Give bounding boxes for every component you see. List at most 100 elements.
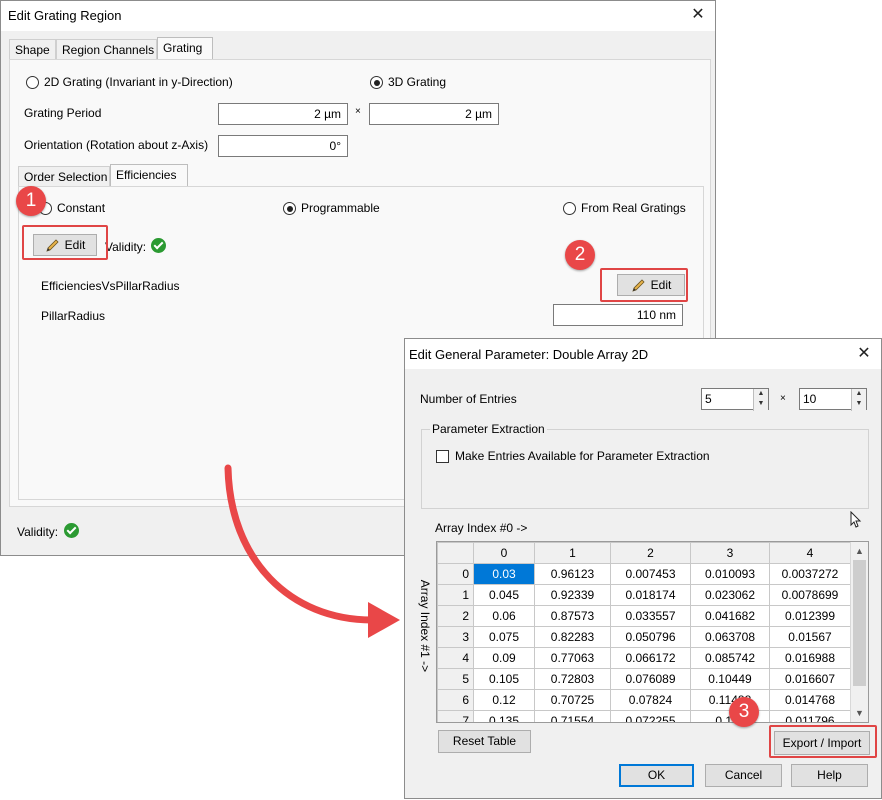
table-row[interactable]: 1 0.045 0.92339 0.018174 0.023062 0.0078699 <box>437 584 851 606</box>
tab-efficiencies[interactable]: Efficiencies <box>110 164 188 186</box>
table-cell[interactable]: 0.135 <box>473 710 535 722</box>
tab-grating[interactable]: Grating <box>157 37 213 59</box>
table-row[interactable]: 6 0.12 0.70725 0.07824 0.11488 0.014768 <box>437 689 851 711</box>
column-header: 4 <box>769 542 851 564</box>
table-cell[interactable]: 0.71554 <box>534 710 611 722</box>
table-cell[interactable]: 0.96123 <box>534 563 611 585</box>
table-cell[interactable]: 0.70725 <box>534 689 611 711</box>
scroll-up-icon[interactable]: ▲ <box>851 542 868 560</box>
row-header: 5 <box>437 668 474 690</box>
column-header: 3 <box>690 542 770 564</box>
entries-a-field[interactable]: 5 ▲ ▼ <box>701 388 769 411</box>
period-x-field[interactable]: 2 µm <box>218 103 348 125</box>
callout-1: 1 <box>16 186 46 216</box>
grating-titlebar: Edit Grating Region ✕ <box>1 1 715 31</box>
table-cell[interactable]: 0.92339 <box>534 584 611 606</box>
table-cell[interactable]: 0.06 <box>473 605 535 627</box>
table-row[interactable]: 3 0.075 0.82283 0.050796 0.063708 0.01567 <box>437 626 851 648</box>
row-header: 1 <box>437 584 474 606</box>
table-row[interactable]: 4 0.09 0.77063 0.066172 0.085742 0.016988 <box>437 647 851 669</box>
array-table: 0 1 2 3 4 0 0.03 0.96123 0.007453 0.010093 0.… <box>437 542 851 722</box>
table-cell[interactable]: 0.010093 <box>690 563 770 585</box>
period-y-field[interactable]: 2 µm <box>369 103 499 125</box>
table-cell[interactable]: 0.012399 <box>769 605 851 627</box>
tab-region-channels[interactable]: Region Channels <box>56 39 157 59</box>
table-cell[interactable]: 0.014768 <box>769 689 851 711</box>
entries-a-spinner[interactable]: ▲ ▼ <box>753 389 768 411</box>
reset-table-button[interactable]: Reset Table <box>438 730 531 753</box>
ok-button[interactable]: OK <box>619 764 694 787</box>
table-cell[interactable]: 0.072255 <box>610 710 691 722</box>
table-cell[interactable]: 0.0078699 <box>769 584 851 606</box>
table-cell[interactable]: 0.045 <box>473 584 535 606</box>
spin-down-icon[interactable]: ▼ <box>754 399 768 409</box>
table-cell[interactable]: 0.063708 <box>690 626 770 648</box>
table-cell[interactable]: 0.018174 <box>610 584 691 606</box>
param-titlebar: Edit General Parameter: Double Array 2D … <box>405 339 881 369</box>
table-cell[interactable]: 0.07824 <box>610 689 691 711</box>
table-cell[interactable]: 0.77063 <box>534 647 611 669</box>
entries-b-field[interactable]: 10 ▲ ▼ <box>799 388 867 411</box>
table-cell[interactable]: 0.01567 <box>769 626 851 648</box>
pillar-radius-field[interactable]: 110 nm <box>553 304 683 326</box>
pillar-radius-label: PillarRadius <box>41 309 106 323</box>
tab-shape[interactable]: Shape <box>9 39 56 59</box>
table-cell[interactable]: 0.03 <box>473 563 535 585</box>
spin-down-icon[interactable]: ▼ <box>852 399 866 409</box>
scroll-down-icon[interactable]: ▼ <box>851 704 868 722</box>
array-index1-text: Array Index #1 -> <box>418 579 432 673</box>
table-cell[interactable]: 0.075 <box>473 626 535 648</box>
table-cell[interactable]: 0.041682 <box>690 605 770 627</box>
table-row[interactable]: 0 0.03 0.96123 0.007453 0.010093 0.0037272 <box>437 563 851 585</box>
table-cell[interactable]: 0.033557 <box>610 605 691 627</box>
close-icon[interactable]: ✕ <box>853 344 875 364</box>
spin-up-icon[interactable]: ▲ <box>754 389 768 399</box>
table-cell[interactable]: 0.105 <box>473 668 535 690</box>
table-cell[interactable]: 0.066172 <box>610 647 691 669</box>
table-cell[interactable]: 0.12 <box>473 689 535 711</box>
table-cell[interactable]: 0.87573 <box>534 605 611 627</box>
radio-programmable[interactable] <box>283 202 296 215</box>
table-cell[interactable]: 0.0037272 <box>769 563 851 585</box>
radio-2d-grating[interactable] <box>26 76 39 89</box>
highlight-edit-2 <box>600 268 688 302</box>
extraction-checkbox[interactable] <box>436 450 449 463</box>
spin-up-icon[interactable]: ▲ <box>852 389 866 399</box>
close-icon[interactable]: ✕ <box>687 5 709 25</box>
table-cell[interactable]: 0.011796 <box>769 710 851 722</box>
row-header: 4 <box>437 647 474 669</box>
orientation-field[interactable]: 0° <box>218 135 348 157</box>
table-cell[interactable]: 0.023062 <box>690 584 770 606</box>
extraction-group: Parameter Extraction Make Entries Availa… <box>421 422 869 509</box>
table-row[interactable]: 70.1350.715540.0722550.1130.011796 <box>437 710 851 722</box>
entries-b-spinner[interactable]: ▲ ▼ <box>851 389 866 411</box>
table-cell[interactable]: 0.016988 <box>769 647 851 669</box>
table-cell[interactable]: 0.82283 <box>534 626 611 648</box>
callout-3: 3 <box>729 697 759 727</box>
cancel-button[interactable]: Cancel <box>705 764 782 787</box>
table-cell[interactable]: 0.016607 <box>769 668 851 690</box>
radio-real-gratings[interactable] <box>563 202 576 215</box>
scroll-thumb[interactable] <box>853 560 866 686</box>
table-cell[interactable]: 0.085742 <box>690 647 770 669</box>
extraction-checkbox-label: Make Entries Available for Parameter Ext… <box>455 449 710 463</box>
table-cell[interactable]: 0.10449 <box>690 668 770 690</box>
grating-dialog-title: Edit Grating Region <box>8 8 122 23</box>
table-cell[interactable]: 0.050796 <box>610 626 691 648</box>
bottom-validity-label: Validity: <box>17 525 59 539</box>
table-row[interactable]: 5 0.105 0.72803 0.076089 0.10449 0.016607 <box>437 668 851 690</box>
tab-order-selection[interactable]: Order Selection <box>18 166 110 186</box>
bottom-valid-check-icon <box>64 523 79 538</box>
table-row[interactable]: 2 0.06 0.87573 0.033557 0.041682 0.012399 <box>437 605 851 627</box>
help-button[interactable]: Help <box>791 764 868 787</box>
table-cell[interactable]: 0.076089 <box>610 668 691 690</box>
radio-real-label: From Real Gratings <box>581 201 686 215</box>
entries-times: × <box>780 393 786 404</box>
vertical-scrollbar[interactable]: ▲ ▼ <box>850 542 868 722</box>
red-arrow <box>224 464 400 638</box>
extraction-group-label: Parameter Extraction <box>430 422 547 436</box>
table-cell[interactable]: 0.09 <box>473 647 535 669</box>
table-cell[interactable]: 0.007453 <box>610 563 691 585</box>
table-cell[interactable]: 0.72803 <box>534 668 611 690</box>
radio-3d-grating[interactable] <box>370 76 383 89</box>
